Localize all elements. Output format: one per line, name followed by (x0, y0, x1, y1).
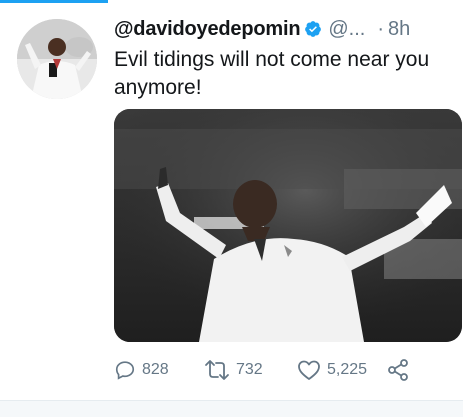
tweet-screen: @davidoyedepomin @... · 8h Evil tidings … (0, 0, 463, 417)
tweet-text: Evil tidings will not come near you anym… (114, 48, 430, 99)
retweet-count: 732 (236, 361, 263, 378)
retweet-icon (205, 360, 229, 380)
author-handle[interactable]: @davidoyedepomin (114, 18, 301, 41)
like-button[interactable]: 5,225 (297, 355, 367, 385)
timestamp[interactable]: 8h (388, 18, 410, 41)
reply-button[interactable]: 828 (114, 355, 169, 385)
share-icon (388, 359, 408, 381)
time-separator: · (377, 17, 384, 40)
retweet-button[interactable]: 732 (204, 355, 263, 385)
tweet-header: @davidoyedepomin @... · 8h (114, 16, 453, 42)
share-button[interactable] (386, 355, 416, 385)
heart-icon (298, 360, 320, 380)
tweet[interactable]: @davidoyedepomin @... · 8h Evil tidings … (0, 3, 463, 403)
reply-count: 828 (142, 361, 169, 378)
author-screen-name: @... (328, 17, 366, 40)
reply-icon (115, 361, 135, 380)
tweet-actions: 828 732 5,225 (114, 355, 454, 385)
next-item-edge (0, 401, 463, 417)
like-count: 5,225 (327, 361, 368, 378)
tweet-image[interactable] (114, 109, 462, 342)
avatar[interactable] (17, 19, 97, 99)
verified-badge-icon (304, 20, 322, 38)
